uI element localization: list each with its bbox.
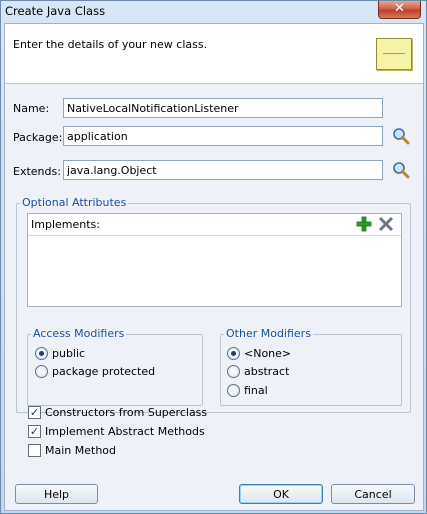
extends-search-icon[interactable] — [392, 161, 410, 179]
name-label: Name: — [13, 102, 50, 115]
radio-public-label: public — [52, 347, 86, 360]
checkbox-constructors-box[interactable]: ✓ — [28, 406, 41, 419]
implements-list[interactable]: Implements: — [27, 213, 402, 307]
cancel-button[interactable]: Cancel — [331, 484, 415, 504]
dialog-body: Enter the details of your new class. Nam… — [4, 23, 424, 511]
radio-abstract-label: abstract — [244, 365, 290, 378]
checkbox-abstract-methods-label: Implement Abstract Methods — [45, 425, 205, 438]
radio-package-protected-indicator[interactable] — [35, 365, 48, 378]
radio-public[interactable]: public — [35, 347, 85, 360]
package-label: Package: — [13, 131, 63, 144]
window-title: Create Java Class — [5, 4, 106, 18]
create-java-class-dialog: Create Java Class ✕ Enter the details of… — [0, 0, 427, 514]
close-button[interactable]: ✕ — [378, 1, 421, 19]
close-icon: ✕ — [394, 1, 405, 16]
checkbox-abstract-methods-box[interactable]: ✓ — [28, 425, 41, 438]
package-field[interactable] — [63, 126, 383, 146]
radio-final-label: final — [244, 384, 268, 397]
header-instruction: Enter the details of your new class. — [13, 38, 208, 51]
optional-attributes-group: Optional Attributes Implements: Access M… — [16, 196, 411, 413]
note-icon — [376, 38, 412, 70]
checkbox-constructors-label: Constructors from Superclass — [45, 406, 208, 419]
access-modifiers-group: Access Modifiers public package protecte… — [27, 327, 203, 406]
help-button[interactable]: Help — [15, 484, 98, 504]
radio-none-label: <None> — [244, 347, 292, 360]
access-modifiers-legend: Access Modifiers — [31, 327, 127, 340]
other-modifiers-legend: Other Modifiers — [224, 327, 313, 340]
remove-icon[interactable] — [378, 216, 394, 232]
name-field[interactable] — [63, 98, 383, 118]
radio-none[interactable]: <None> — [227, 347, 291, 360]
radio-final[interactable]: final — [227, 384, 268, 397]
radio-public-indicator[interactable] — [35, 347, 48, 360]
radio-package-protected-label: package protected — [52, 365, 156, 378]
implements-label: Implements: — [31, 218, 100, 231]
ok-button[interactable]: OK — [239, 484, 323, 504]
header-panel: Enter the details of your new class. — [5, 24, 423, 84]
checkbox-main-method-box[interactable] — [28, 444, 41, 457]
checkbox-abstract-methods[interactable]: ✓ Implement Abstract Methods — [28, 425, 205, 438]
other-modifiers-group: Other Modifiers <None> abstract final — [220, 327, 402, 406]
implements-header: Implements: — [28, 214, 401, 236]
extends-field[interactable] — [63, 160, 383, 180]
add-icon[interactable] — [356, 216, 372, 232]
extends-label: Extends: — [13, 165, 61, 178]
radio-final-indicator[interactable] — [227, 384, 240, 397]
radio-package-protected[interactable]: package protected — [35, 365, 155, 378]
radio-abstract-indicator[interactable] — [227, 365, 240, 378]
checkbox-main-method-label: Main Method — [45, 444, 117, 457]
checkbox-main-method[interactable]: Main Method — [28, 444, 116, 457]
package-search-icon[interactable] — [392, 127, 410, 145]
optional-attributes-legend: Optional Attributes — [20, 196, 129, 209]
radio-none-indicator[interactable] — [227, 347, 240, 360]
checkbox-constructors[interactable]: ✓ Constructors from Superclass — [28, 406, 207, 419]
radio-abstract[interactable]: abstract — [227, 365, 289, 378]
